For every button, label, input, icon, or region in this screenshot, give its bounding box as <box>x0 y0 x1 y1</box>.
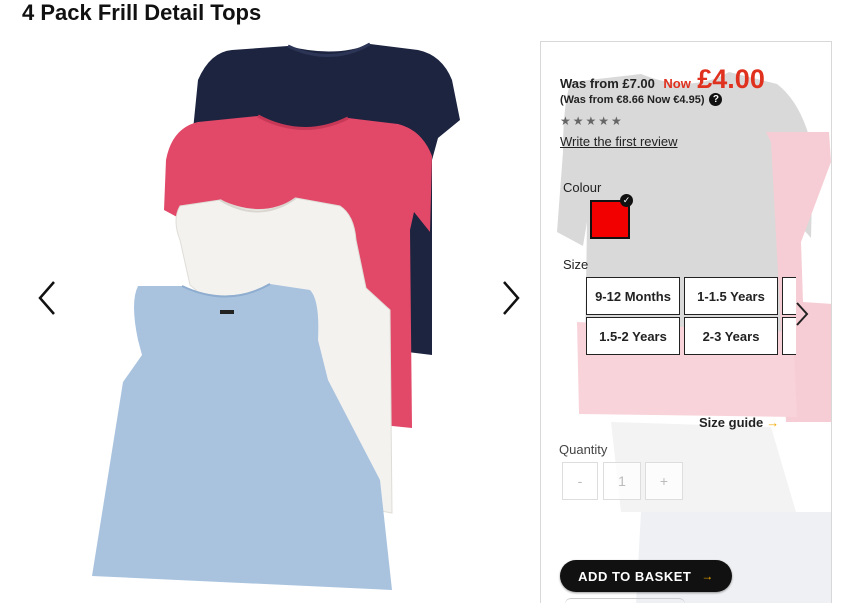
check-icon: ✓ <box>620 194 633 207</box>
now-label: Now <box>663 76 691 91</box>
arrow-right-icon: → <box>701 569 714 583</box>
rating-stars: ★★★★★ <box>560 114 624 128</box>
size-guide-link[interactable]: Size guide → <box>699 415 779 430</box>
size-option-1-5-2-years[interactable]: 1.5-2 Years <box>586 317 680 355</box>
euro-price: (Was from €8.66 Now €4.95) ? <box>560 93 723 106</box>
size-guide-label: Size guide <box>699 415 764 430</box>
product-details-panel: Was from £7.00 Now £4.00 (Was from €8.66… <box>540 41 832 603</box>
chevron-right-icon[interactable] <box>794 300 810 328</box>
size-option-2-3-years[interactable]: 2-3 Years <box>684 317 778 355</box>
arrow-right-icon: → <box>766 415 780 430</box>
product-gallery <box>20 40 530 600</box>
size-label: Size <box>563 257 589 272</box>
write-review-link[interactable]: Write the first review <box>560 134 678 149</box>
size-option-9-12-months[interactable]: 9-12 Months <box>586 277 680 315</box>
size-option-1-1-5-years[interactable]: 1-1.5 Years <box>684 277 778 315</box>
add-to-basket-label: ADD TO BASKET <box>578 568 692 584</box>
quantity-minus-button[interactable]: - <box>562 462 598 500</box>
secondary-button-edge <box>565 598 685 603</box>
price-row: Was from £7.00 Now £4.00 <box>560 64 765 95</box>
help-icon[interactable]: ? <box>709 93 723 106</box>
was-price: Was from £7.00 <box>560 76 655 91</box>
colour-label: Colour <box>563 180 602 195</box>
product-image <box>92 42 460 590</box>
quantity-plus-button[interactable]: + <box>645 462 683 500</box>
quantity-input[interactable]: 1 <box>603 462 641 500</box>
euro-price-text: (Was from €8.66 Now €4.95) <box>560 93 705 106</box>
quantity-label: Quantity <box>559 442 608 457</box>
now-price: £4.00 <box>697 64 765 94</box>
page-title: 4 Pack Frill Detail Tops <box>22 0 262 25</box>
add-to-basket-button[interactable]: ADD TO BASKET → <box>560 560 732 592</box>
